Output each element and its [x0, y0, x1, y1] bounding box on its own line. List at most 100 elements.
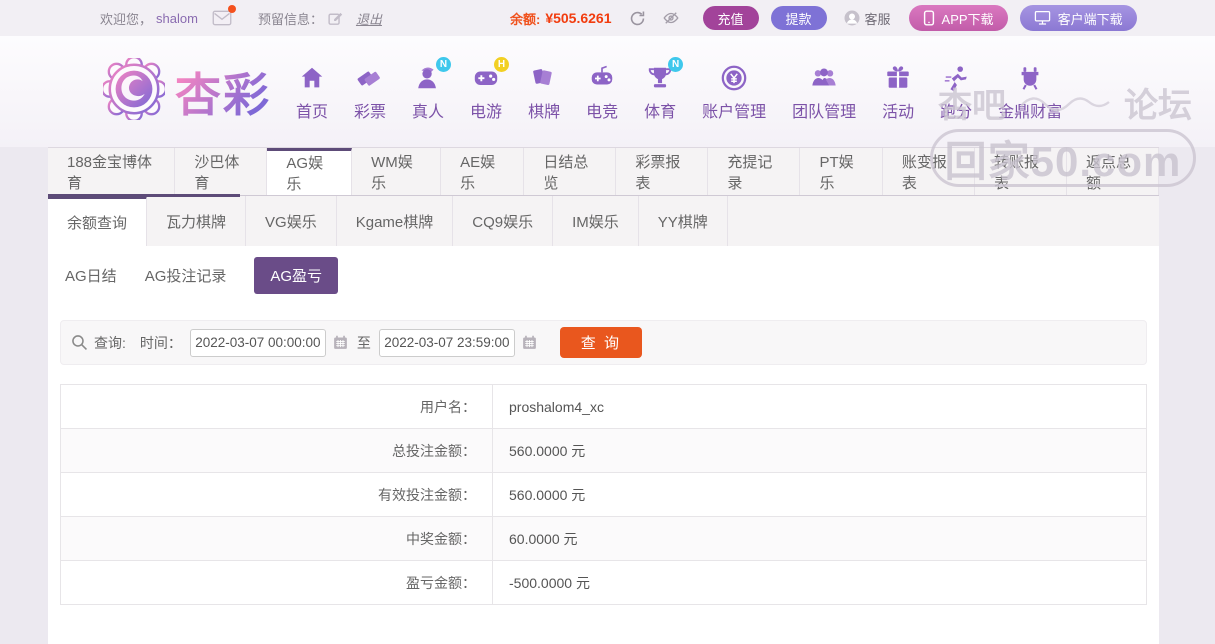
nav-item-paofen[interactable]: 跑分	[927, 62, 985, 122]
balance-value: ¥505.6261	[545, 10, 611, 26]
date-to-input[interactable]	[379, 329, 515, 357]
service-avatar-icon	[843, 9, 861, 27]
report-row-total-bet: 总投注金额：560.0000 元	[61, 429, 1147, 473]
nav-item-team-mgmt[interactable]: 团队管理	[779, 62, 869, 122]
tab-account-change-report[interactable]: 账变报表	[883, 148, 975, 195]
nav-label: 跑分	[940, 98, 972, 122]
query-bar: 查询: 时间： 至 查 询	[60, 320, 1147, 365]
deposit-button[interactable]: 充值	[703, 6, 759, 30]
brand-logo[interactable]: 杏彩	[103, 58, 271, 125]
tab-row-secondary: 余额查询瓦力棋牌VG娱乐Kgame棋牌CQ9娱乐IM娱乐YY棋牌	[48, 196, 1159, 246]
username: shalom	[156, 11, 198, 26]
tab-rebate-total[interactable]: 返点总额	[1067, 148, 1159, 195]
nav-item-boardgames[interactable]: 棋牌	[515, 62, 573, 122]
nav-item-esports[interactable]: 电竞	[573, 62, 631, 122]
tab-yy[interactable]: YY棋牌	[639, 196, 728, 246]
notification-dot	[228, 5, 236, 13]
tab-transfer-report[interactable]: 转账报表	[975, 148, 1067, 195]
tab-vg[interactable]: VG娱乐	[246, 196, 337, 246]
nav-item-egames[interactable]: H 电游	[457, 62, 515, 122]
tab-wali[interactable]: 瓦力棋牌	[147, 196, 246, 246]
gamepad-icon: H	[470, 62, 502, 94]
tab-im[interactable]: IM娱乐	[553, 196, 639, 246]
report-row-value: 560.0000 元	[493, 473, 1147, 517]
ticket-icon	[354, 62, 386, 94]
phone-icon	[923, 10, 935, 26]
nav-label: 彩票	[354, 98, 386, 122]
tab-wm[interactable]: WM娱乐	[352, 148, 441, 195]
app-download-button[interactable]: APP下载	[909, 5, 1008, 31]
mail-icon[interactable]	[212, 10, 232, 26]
eye-off-icon[interactable]	[661, 9, 681, 27]
main-nav: 首页 彩票 N真人 H 电游 棋牌电竞N体育账户管理 团队管理活动跑分 金鼎财富	[283, 62, 1075, 122]
nav-label: 首页	[296, 98, 328, 122]
report-row-profit-amount: 盈亏金额：-500.0000 元	[61, 561, 1147, 605]
welcome-text: 欢迎您，	[100, 9, 152, 28]
nav-label: 账户管理	[702, 98, 766, 122]
team-icon	[808, 62, 840, 94]
nav-item-wealth[interactable]: 金鼎财富	[985, 62, 1075, 122]
report-row-username: 用户名：proshalom4_xc	[61, 385, 1147, 429]
tab-balance-query[interactable]: 余额查询	[48, 196, 147, 246]
client-download-button[interactable]: 客户端下载	[1020, 5, 1137, 31]
refresh-icon[interactable]	[628, 9, 647, 28]
balance-label: 余额:	[510, 9, 540, 28]
ding-icon	[1014, 62, 1046, 94]
tab-188-sport[interactable]: 188金宝博体育	[48, 148, 175, 195]
tab-pt[interactable]: PT娱乐	[800, 148, 882, 195]
tab-cq9[interactable]: CQ9娱乐	[453, 196, 553, 246]
report-row-value: 560.0000 元	[493, 429, 1147, 473]
app-download-label: APP下载	[942, 9, 994, 28]
subtab-ag-daily[interactable]: AG日结	[65, 265, 117, 286]
tab-ag[interactable]: AG娱乐	[267, 148, 352, 195]
sub-tab-row: AG日结 AG投注记录 AG盈亏	[48, 246, 1159, 292]
query-submit-button[interactable]: 查 询	[560, 327, 642, 358]
calendar-icon[interactable]	[332, 334, 349, 351]
nav-item-home[interactable]: 首页	[283, 62, 341, 122]
nav-label: 电游	[470, 98, 502, 122]
nav-label: 体育	[644, 98, 676, 122]
tab-lottery-report[interactable]: 彩票报表	[616, 148, 708, 195]
customer-service-button[interactable]: 客服	[843, 9, 891, 28]
query-label: 查询:	[94, 333, 126, 353]
tab-ae[interactable]: AE娱乐	[441, 148, 524, 195]
report-row-label: 中奖金额：	[61, 517, 493, 561]
nav-item-sports[interactable]: N体育	[631, 62, 689, 122]
logo-emblem-icon	[103, 58, 165, 125]
service-label: 客服	[865, 9, 891, 28]
report-row-valid-bet: 有效投注金额：560.0000 元	[61, 473, 1147, 517]
report-row-label: 总投注金额：	[61, 429, 493, 473]
nav-badge: H	[494, 57, 509, 72]
nav-badge: N	[436, 57, 451, 72]
nav-item-account-mgmt[interactable]: 账户管理	[689, 62, 779, 122]
calendar-icon[interactable]	[521, 334, 538, 351]
tab-kgame[interactable]: Kgame棋牌	[337, 196, 454, 246]
subtab-ag-bet-log[interactable]: AG投注记录	[145, 265, 227, 286]
nav-label: 团队管理	[792, 98, 856, 122]
nav-item-lottery[interactable]: 彩票	[341, 62, 399, 122]
nav-label: 金鼎财富	[998, 98, 1062, 122]
watermark-right-text: 论坛	[1124, 78, 1192, 127]
nav-item-activity[interactable]: 活动	[869, 62, 927, 122]
edit-icon[interactable]	[327, 10, 344, 27]
nav-badge: N	[668, 57, 683, 72]
top-bar: 欢迎您，shalom 预留信息： 退出 余额: ¥505.6261 充值 提款 …	[0, 0, 1215, 36]
report-row-label: 用户名：	[61, 385, 493, 429]
tab-daily-summary[interactable]: 日结总览	[524, 148, 616, 195]
nav-item-live[interactable]: N真人	[399, 62, 457, 122]
tab-row-primary: 188金宝博体育沙巴体育AG娱乐WM娱乐AE娱乐日结总览彩票报表充提记录PT娱乐…	[48, 147, 1159, 196]
to-label: 至	[357, 333, 371, 353]
client-download-label: 客户端下载	[1058, 9, 1123, 28]
subtab-ag-profit[interactable]: AG盈亏	[254, 257, 338, 294]
report-row-label: 有效投注金额：	[61, 473, 493, 517]
report-row-value: -500.0000 元	[493, 561, 1147, 605]
logout-link[interactable]: 退出	[356, 9, 382, 28]
tab-shaba-sport[interactable]: 沙巴体育	[175, 148, 267, 195]
monitor-icon	[1034, 10, 1051, 26]
gift-icon	[882, 62, 914, 94]
withdraw-button[interactable]: 提款	[771, 6, 827, 30]
tab-deposit-withdraw-log[interactable]: 充提记录	[708, 148, 800, 195]
date-from-input[interactable]	[190, 329, 326, 357]
nav-label: 棋牌	[528, 98, 560, 122]
yuan-coin-icon	[718, 62, 750, 94]
